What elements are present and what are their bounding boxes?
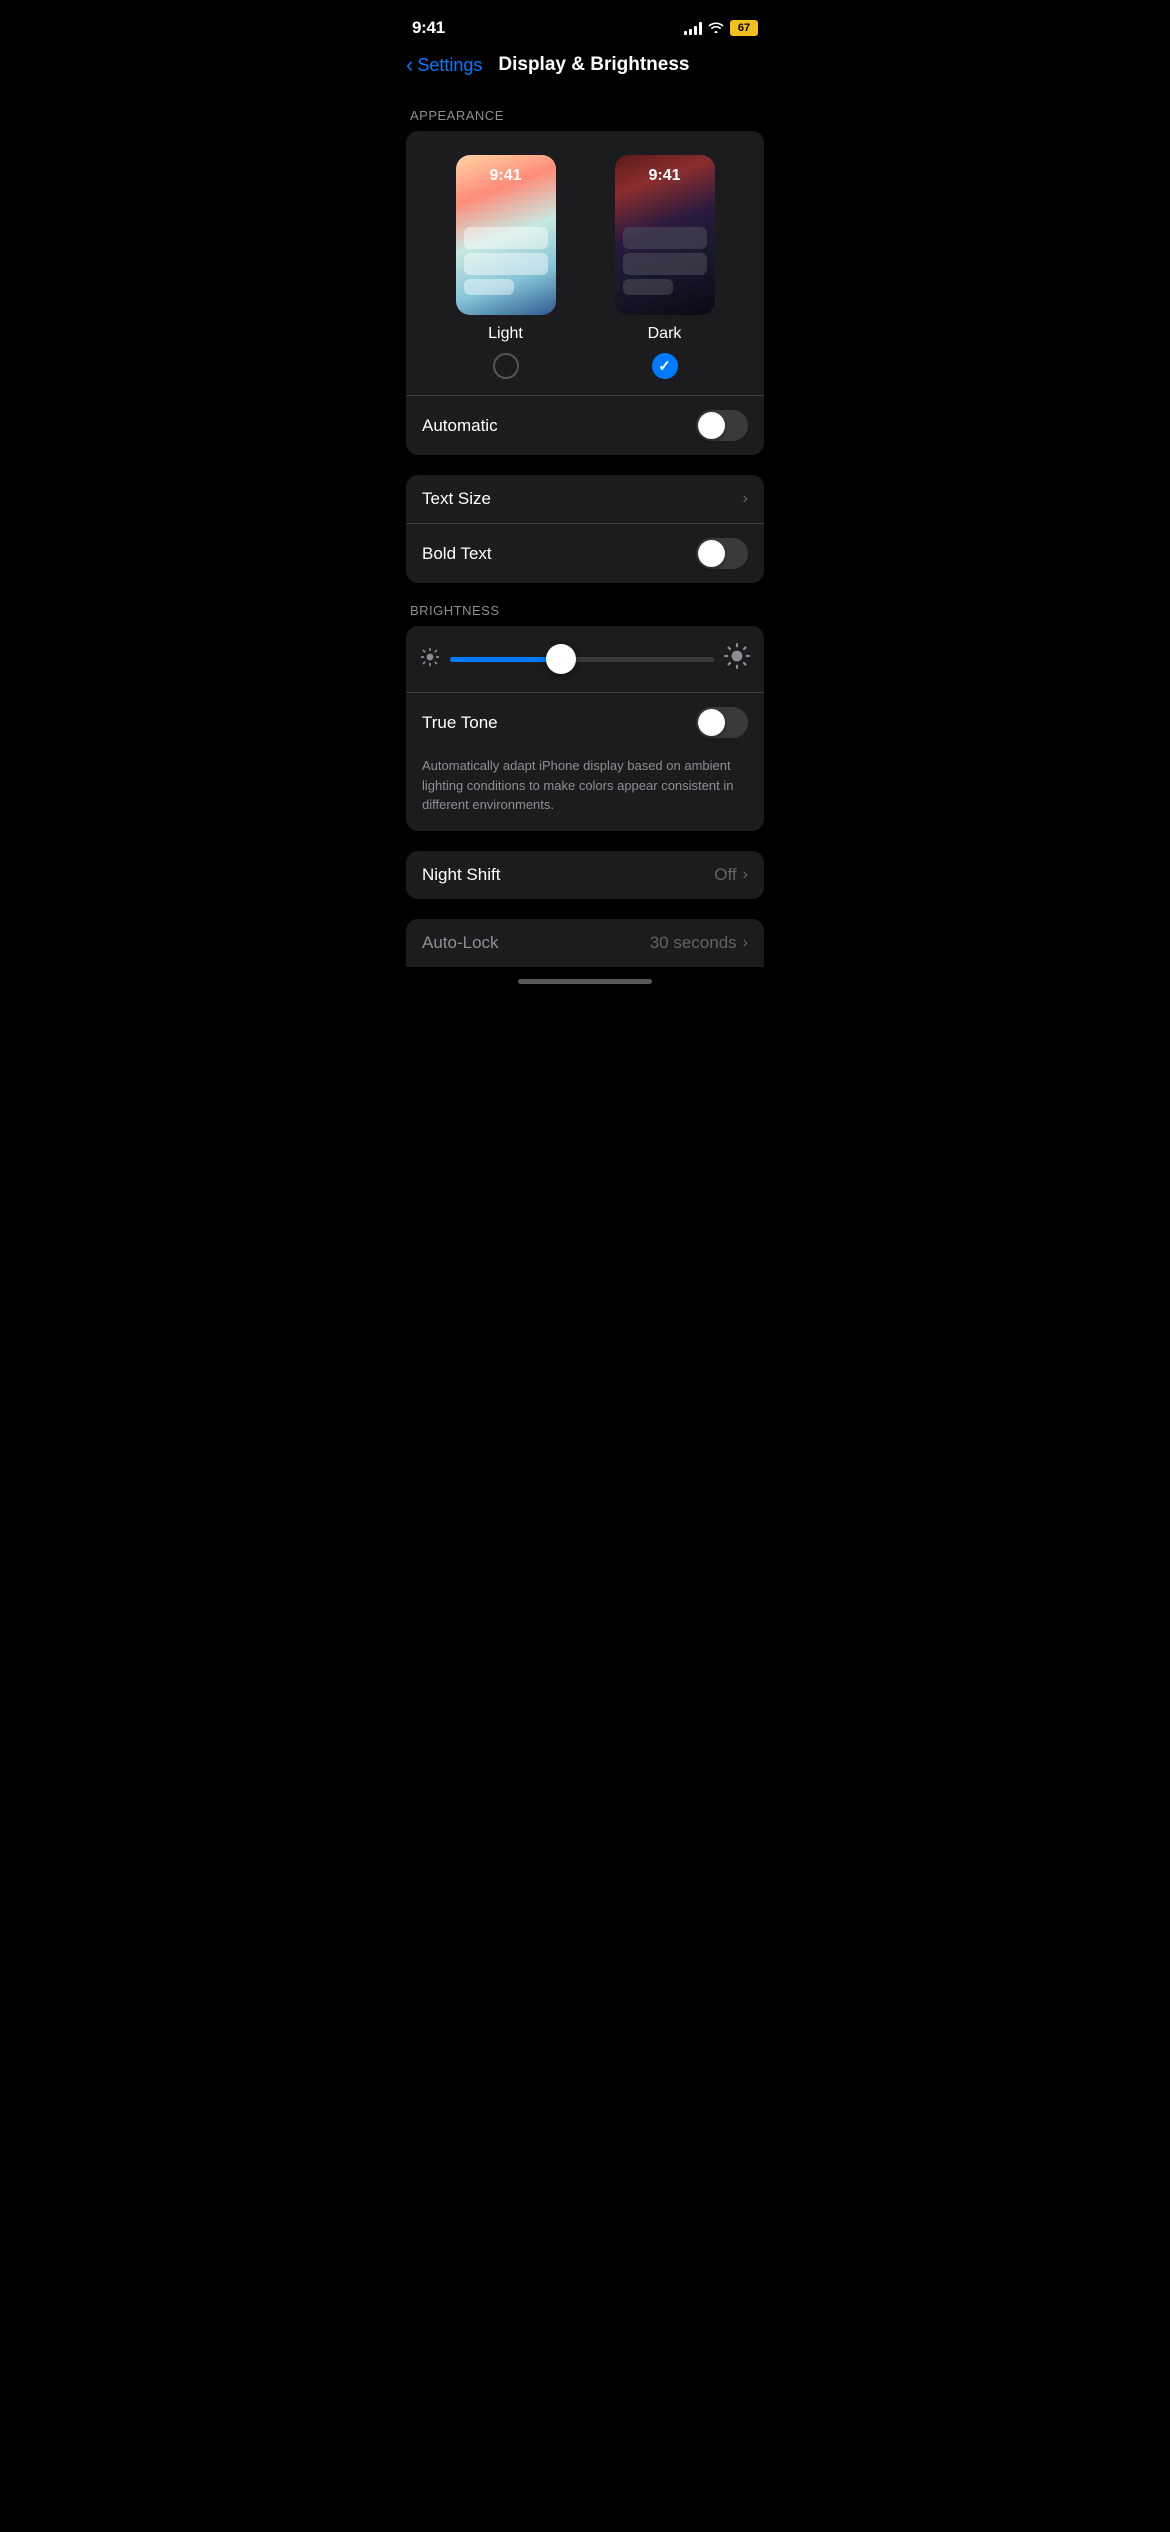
text-size-chevron-icon: › (743, 490, 748, 508)
automatic-row: Automatic (406, 396, 764, 455)
night-shift-card: Night Shift Off › (406, 851, 764, 899)
dark-mode-preview: 9:41 (615, 155, 715, 315)
back-chevron-icon: ‹ (406, 54, 413, 76)
brightness-high-icon (724, 643, 750, 676)
night-shift-chevron-icon: › (743, 866, 748, 884)
appearance-section-label: APPEARANCE (410, 108, 764, 123)
text-size-row[interactable]: Text Size › (406, 475, 764, 523)
night-shift-value-group: Off › (714, 865, 748, 885)
auto-lock-value-group: 30 seconds › (650, 933, 748, 953)
light-mode-radio[interactable] (493, 353, 519, 379)
battery-icon: 67 (730, 20, 758, 36)
bold-text-label: Bold Text (422, 544, 492, 564)
true-tone-toggle-thumb (698, 709, 725, 736)
light-preview-widgets (464, 227, 548, 295)
light-mode-label: Light (488, 325, 523, 343)
text-card: Text Size › Bold Text (406, 475, 764, 583)
brightness-slider-track (450, 657, 714, 662)
bold-text-toggle-thumb (698, 540, 725, 567)
text-size-label: Text Size (422, 489, 491, 509)
dark-preview-time: 9:41 (648, 167, 680, 185)
light-mode-option[interactable]: 9:41 Light (456, 155, 556, 379)
auto-lock-value: 30 seconds (650, 933, 737, 953)
dark-mode-option[interactable]: 9:41 Dark (615, 155, 715, 379)
auto-lock-label: Auto-Lock (422, 933, 499, 953)
home-indicator-bar (518, 979, 652, 984)
back-button[interactable]: ‹ Settings (406, 55, 482, 76)
status-time: 9:41 (412, 18, 445, 38)
brightness-slider-row (406, 626, 764, 692)
nav-bar: ‹ Settings Display & Brightness (390, 50, 780, 88)
back-label: Settings (417, 55, 482, 76)
home-indicator (390, 967, 780, 992)
dark-mode-label: Dark (648, 325, 682, 343)
true-tone-row: True Tone (406, 693, 764, 752)
status-bar: 9:41 67 (390, 0, 780, 50)
appearance-options: 9:41 Light 9:41 (406, 131, 764, 395)
true-tone-description: Automatically adapt iPhone display based… (406, 752, 764, 831)
brightness-card: True Tone Automatically adapt iPhone dis… (406, 626, 764, 831)
brightness-section-label: BRIGHTNESS (410, 603, 764, 618)
auto-lock-row[interactable]: Auto-Lock 30 seconds › (406, 919, 764, 967)
automatic-toggle-thumb (698, 412, 725, 439)
true-tone-toggle[interactable] (696, 707, 748, 738)
automatic-label: Automatic (422, 416, 498, 436)
brightness-slider[interactable] (450, 642, 714, 676)
automatic-toggle[interactable] (696, 410, 748, 441)
brightness-low-icon (420, 647, 440, 672)
main-content: APPEARANCE 9:41 Light 9:41 (390, 108, 780, 967)
light-mode-preview: 9:41 (456, 155, 556, 315)
appearance-card: 9:41 Light 9:41 (406, 131, 764, 455)
battery-percent: 67 (730, 20, 758, 36)
night-shift-row[interactable]: Night Shift Off › (406, 851, 764, 899)
brightness-slider-thumb (546, 644, 576, 674)
status-icons: 67 (684, 20, 758, 36)
bold-text-row: Bold Text (406, 524, 764, 583)
night-shift-label: Night Shift (422, 865, 500, 885)
light-preview-time: 9:41 (489, 167, 521, 185)
page-title: Display & Brightness (498, 54, 689, 76)
night-shift-value: Off (714, 865, 736, 885)
wifi-icon (708, 21, 724, 35)
signal-icon (684, 22, 702, 35)
true-tone-label: True Tone (422, 713, 498, 733)
auto-lock-chevron-icon: › (743, 934, 748, 952)
dark-mode-radio[interactable] (652, 353, 678, 379)
brightness-slider-fill (450, 657, 561, 662)
dark-preview-widgets (623, 227, 707, 295)
bold-text-toggle[interactable] (696, 538, 748, 569)
